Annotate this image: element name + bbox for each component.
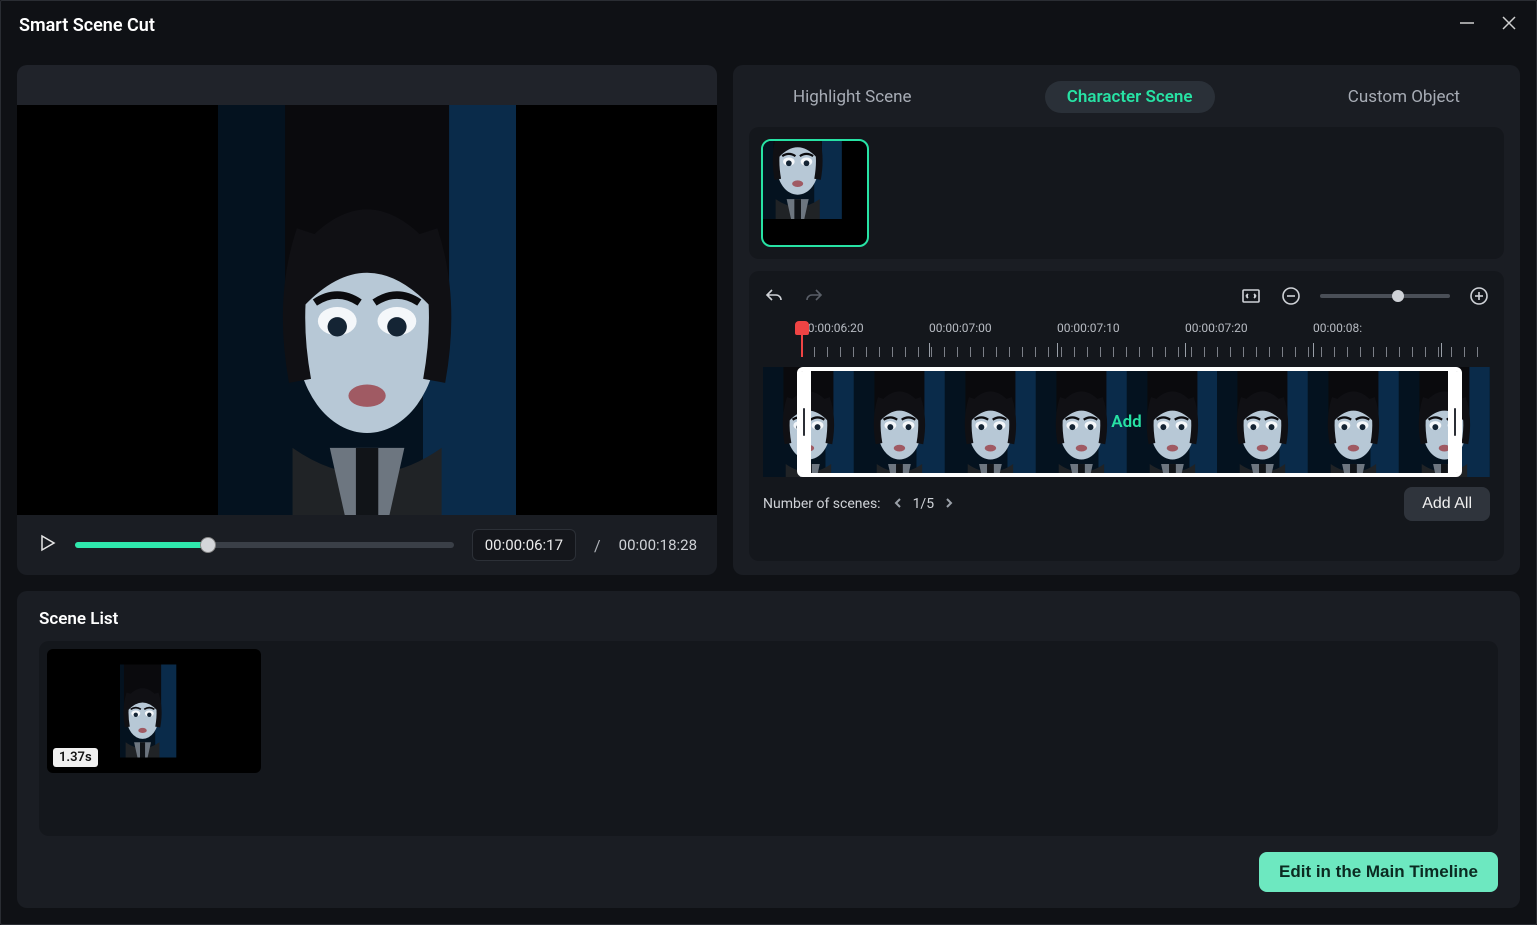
filmstrip-frame bbox=[1399, 367, 1490, 477]
timecode-separator: / bbox=[594, 536, 601, 555]
scene-duration-badge: 1.37s bbox=[53, 748, 98, 767]
character-thumbnail[interactable] bbox=[761, 139, 869, 247]
zoom-in-icon[interactable] bbox=[1468, 285, 1490, 307]
tab-custom-object[interactable]: Custom Object bbox=[1326, 81, 1482, 113]
add-clip-button[interactable]: Add bbox=[1111, 412, 1142, 432]
titlebar: Smart Scene Cut bbox=[1, 1, 1536, 49]
ruler-label: 00:00:06:20 bbox=[801, 321, 864, 335]
scene-strip: 1.37s bbox=[39, 641, 1498, 836]
scene-list-item[interactable]: 1.37s bbox=[47, 649, 261, 773]
preview-video[interactable] bbox=[17, 105, 717, 515]
window-title: Smart Scene Cut bbox=[19, 15, 155, 36]
filmstrip-frame bbox=[1217, 367, 1308, 477]
current-timecode[interactable]: 00:00:06:17 bbox=[472, 529, 576, 561]
ruler-label: 00:00:07:10 bbox=[1057, 321, 1120, 335]
fit-width-icon[interactable] bbox=[1240, 285, 1262, 307]
progress-thumb[interactable] bbox=[200, 537, 216, 553]
add-all-button[interactable]: Add All bbox=[1404, 487, 1490, 521]
scene-pager: 1/5 bbox=[893, 496, 955, 512]
preview-controls: 00:00:06:17 / 00:00:18:28 bbox=[17, 515, 717, 575]
preview-top-bar bbox=[17, 65, 717, 105]
minimize-icon[interactable] bbox=[1458, 14, 1476, 36]
filmstrip-frame bbox=[854, 367, 945, 477]
progress-bar[interactable] bbox=[75, 542, 454, 548]
scene-page: 1/5 bbox=[913, 496, 935, 512]
close-icon[interactable] bbox=[1500, 14, 1518, 36]
clip-footer: Number of scenes: 1/5 Add All bbox=[763, 487, 1490, 521]
filmstrip[interactable]: Add bbox=[763, 367, 1490, 477]
clip-toolbar bbox=[763, 281, 1490, 311]
prev-scene-icon[interactable] bbox=[893, 496, 903, 512]
ruler-label: 00:00:08: bbox=[1313, 321, 1362, 335]
edit-main-timeline-button[interactable]: Edit in the Main Timeline bbox=[1259, 852, 1498, 892]
character-row bbox=[749, 127, 1504, 259]
zoom-thumb[interactable] bbox=[1392, 290, 1404, 302]
scene-detection-panel: Highlight Scene Character Scene Custom O… bbox=[733, 65, 1520, 575]
preview-panel: 00:00:06:17 / 00:00:18:28 bbox=[17, 65, 717, 575]
scene-list-title: Scene List bbox=[39, 609, 1498, 629]
zoom-slider[interactable] bbox=[1320, 294, 1450, 298]
ruler-label: 00:00:07:00 bbox=[929, 321, 992, 335]
redo-icon bbox=[803, 285, 825, 307]
progress-fill bbox=[75, 542, 208, 548]
zoom-out-icon[interactable] bbox=[1280, 285, 1302, 307]
clip-editor: 00:00:06:20 00:00:07:00 00:00:07:10 00:0… bbox=[749, 271, 1504, 561]
filmstrip-frame bbox=[1308, 367, 1399, 477]
number-of-scenes-label: Number of scenes: bbox=[763, 496, 881, 512]
total-timecode: 00:00:18:28 bbox=[619, 536, 697, 554]
scene-tabs: Highlight Scene Character Scene Custom O… bbox=[749, 79, 1504, 115]
next-scene-icon[interactable] bbox=[944, 496, 954, 512]
play-button[interactable] bbox=[37, 533, 57, 557]
undo-icon[interactable] bbox=[763, 285, 785, 307]
playhead[interactable] bbox=[801, 323, 803, 357]
scene-list-panel: Scene List 1.37s Edit in the Main Timeli… bbox=[17, 591, 1520, 908]
timeline-ruler[interactable]: 00:00:06:20 00:00:07:00 00:00:07:10 00:0… bbox=[763, 321, 1490, 357]
tab-character-scene[interactable]: Character Scene bbox=[1045, 81, 1215, 113]
tab-highlight-scene[interactable]: Highlight Scene bbox=[771, 81, 934, 113]
filmstrip-frame bbox=[945, 367, 1036, 477]
ruler-label: 00:00:07:20 bbox=[1185, 321, 1248, 335]
filmstrip-frame bbox=[763, 367, 854, 477]
